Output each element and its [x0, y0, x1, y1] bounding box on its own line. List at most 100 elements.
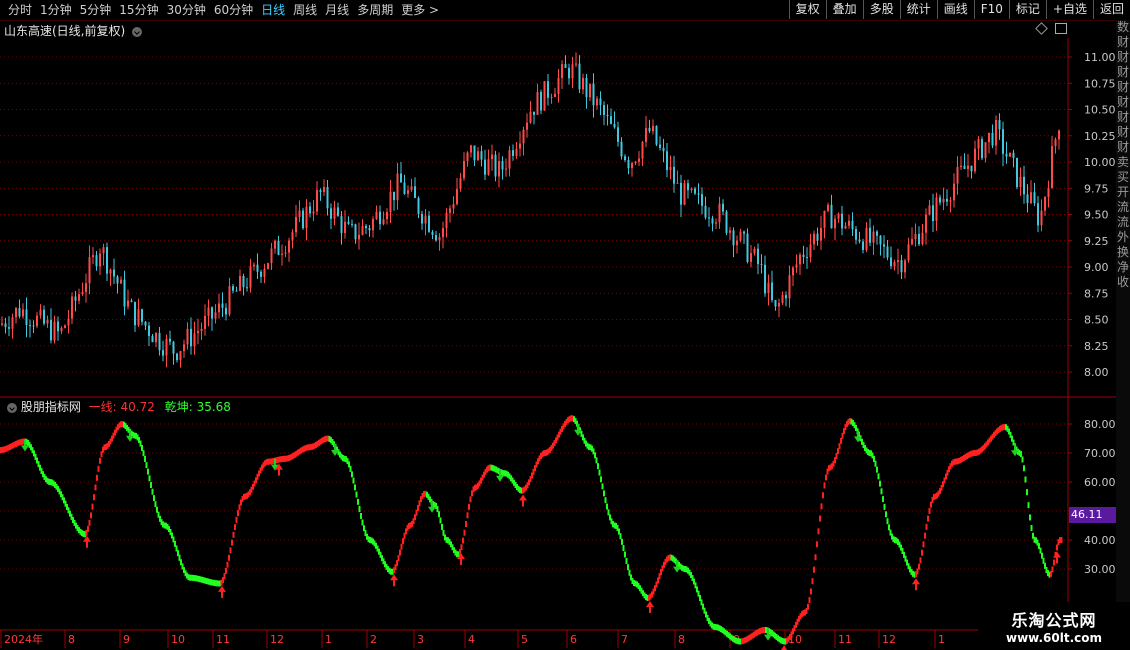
up-arrow-icon	[519, 494, 527, 507]
candle-body	[274, 240, 276, 249]
candle-body	[918, 233, 920, 245]
x-axis-label: 8	[678, 633, 685, 646]
x-axis-label: 8	[68, 633, 75, 646]
price-tick-label: 10.00	[1084, 156, 1116, 169]
candle-body	[211, 307, 213, 319]
x-axis-label: 11	[838, 633, 852, 646]
candle-body	[648, 127, 651, 132]
candle-body	[354, 224, 357, 240]
candle-body	[57, 321, 59, 332]
candle-body	[18, 308, 21, 317]
candle-body	[183, 344, 185, 352]
candle-body	[795, 264, 798, 268]
candle-body	[659, 144, 661, 148]
candle-body	[641, 142, 644, 159]
indicator-tick-label: 70.00	[1084, 447, 1116, 460]
candle-body	[43, 309, 45, 324]
candle-body	[295, 216, 297, 233]
candle-body	[589, 83, 591, 98]
candle-body	[907, 244, 910, 261]
candle-body	[669, 166, 672, 171]
candle-body	[22, 309, 24, 317]
candle-body	[851, 220, 854, 230]
candle-body	[67, 318, 70, 326]
candle-body	[81, 291, 84, 295]
candle-body	[767, 282, 770, 294]
side-strip-char: 财	[1116, 80, 1129, 94]
candle-body	[288, 240, 290, 253]
candle-body	[316, 190, 318, 212]
candle-body	[897, 260, 899, 263]
candle-body	[36, 315, 38, 327]
candle-body	[953, 183, 955, 201]
candle-body	[78, 294, 80, 301]
candle-body	[15, 308, 17, 318]
candle-body	[218, 303, 220, 313]
candle-body	[596, 98, 598, 106]
candle-body	[914, 233, 917, 240]
candle-body	[974, 148, 976, 172]
indicator-tick-label: 30.00	[1084, 563, 1116, 576]
candle-body	[785, 295, 787, 299]
candle-body	[554, 93, 556, 97]
candle-body	[925, 214, 927, 233]
candle-body	[592, 83, 595, 106]
candle-body	[1047, 187, 1050, 198]
chevron-down-icon[interactable]	[7, 402, 17, 413]
indicator-name: 股朋指标网	[20, 400, 81, 414]
candle-body	[634, 161, 637, 164]
candle-body	[865, 227, 868, 250]
candle-body	[603, 105, 605, 115]
candle-body	[585, 77, 588, 98]
candle-body	[837, 213, 840, 219]
up-arrow-icon	[218, 585, 226, 598]
candle-body	[711, 218, 714, 224]
chart-canvas: 11.00 10.75 10.50 10.25 10.00 9.75 9.50 9.25 9.0…	[0, 38, 1116, 650]
candle-body	[1012, 152, 1015, 158]
side-strip-char: 数	[1116, 20, 1129, 34]
candle-body	[844, 225, 847, 229]
candle-body	[277, 240, 280, 255]
candle-body	[407, 190, 409, 194]
up-arrow-icon	[83, 535, 91, 548]
candle-body	[1058, 130, 1060, 140]
up-arrow-icon	[780, 645, 788, 650]
up-arrow-icon	[390, 574, 398, 587]
candle-body	[144, 321, 147, 326]
candle-body	[1044, 197, 1046, 211]
candle-body	[74, 296, 77, 301]
candle-body	[11, 317, 14, 329]
candle-body	[225, 307, 227, 315]
side-strip-char: 财	[1116, 125, 1129, 139]
candle-body	[960, 165, 962, 167]
candle-body	[358, 234, 360, 240]
candle-body	[746, 233, 749, 262]
candle-body	[8, 327, 10, 329]
candle-body	[869, 227, 871, 243]
candle-body	[134, 301, 136, 326]
candle-body	[834, 218, 836, 229]
candle-body	[281, 253, 283, 255]
candle-body	[645, 127, 647, 143]
candle-body	[911, 239, 913, 245]
candle-body	[393, 191, 395, 201]
candle-body	[841, 213, 843, 229]
candle-body	[249, 266, 252, 288]
candle-body	[802, 254, 805, 258]
candle-body	[190, 328, 192, 347]
candle-body	[928, 205, 931, 215]
candle-body	[347, 221, 350, 224]
candle-body	[704, 205, 707, 218]
candle-body	[988, 132, 990, 143]
candle-body	[666, 151, 668, 171]
candle-body	[610, 116, 612, 124]
candle-body	[599, 98, 602, 106]
side-strip-char: 财	[1116, 140, 1129, 154]
side-strip-char: 净	[1116, 260, 1129, 274]
candle-body	[137, 309, 140, 326]
candle-body	[568, 67, 570, 79]
candle-body	[1026, 194, 1029, 204]
candle-body	[526, 122, 528, 130]
candle-body	[291, 232, 294, 241]
side-strip-char: 财	[1116, 95, 1129, 109]
